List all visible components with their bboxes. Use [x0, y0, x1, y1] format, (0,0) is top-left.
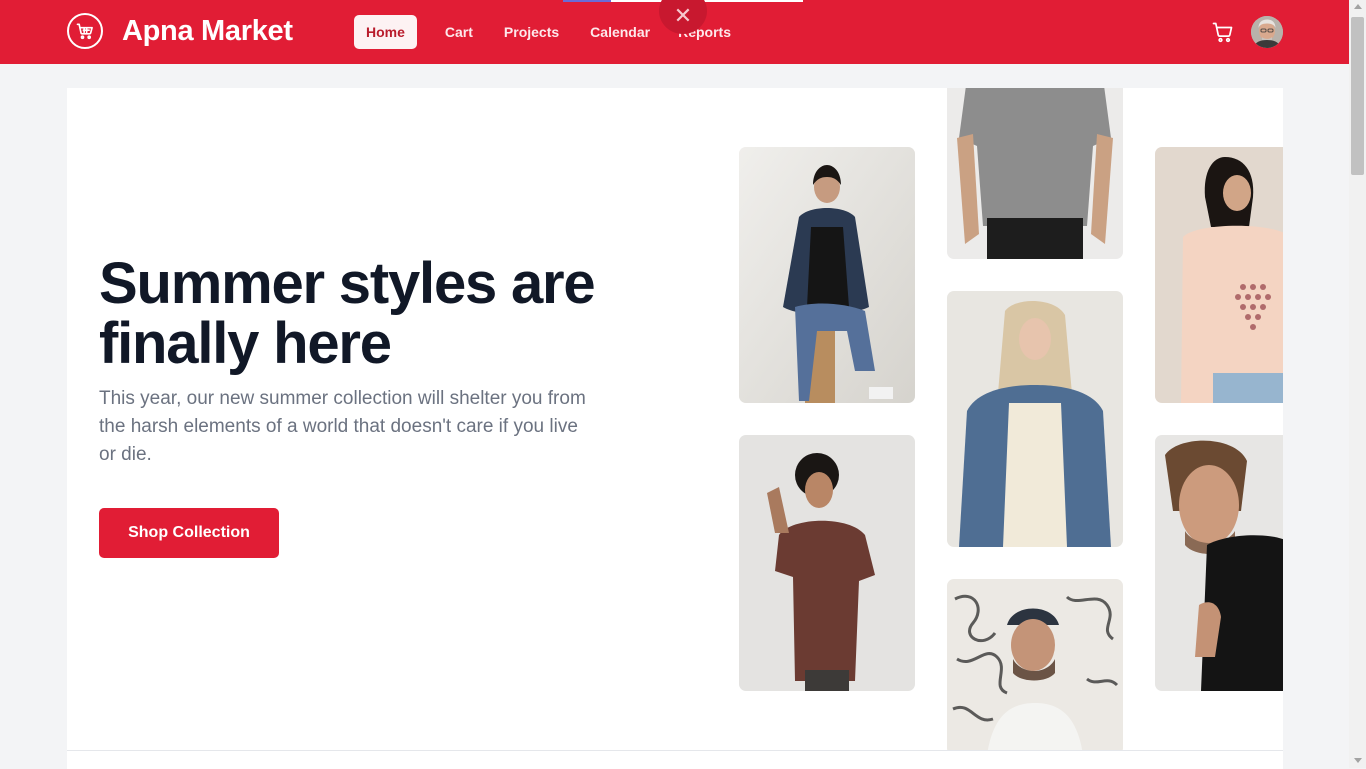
shopping-cart-icon	[67, 13, 103, 49]
scroll-up-arrow-icon[interactable]	[1354, 4, 1362, 9]
scrollbar-thumb[interactable]	[1351, 17, 1364, 175]
woman-pink-tee-photo[interactable]	[1155, 147, 1283, 403]
brand-name: Apna Market	[122, 14, 293, 47]
nav-item-calendar[interactable]: Calendar	[578, 15, 662, 49]
shop-collection-button[interactable]: Shop Collection	[99, 508, 279, 558]
grey-tee-torso-photo[interactable]	[947, 88, 1123, 259]
close-glyph: ✕	[673, 3, 693, 28]
nav-item-cart[interactable]: Cart	[433, 15, 485, 49]
brand[interactable]: Apna Market	[67, 13, 293, 49]
nav-item-projects[interactable]: Projects	[492, 15, 571, 49]
man-curly-hair-brown-tee-photo[interactable]	[739, 435, 915, 691]
panel-bottom-strip	[67, 750, 1283, 769]
overlay-top-line-accent	[563, 0, 611, 2]
nav-item-home[interactable]: Home	[354, 15, 417, 49]
hero-title: Summer styles are finally here	[99, 251, 596, 376]
user-avatar[interactable]	[1251, 16, 1283, 48]
blonde-woman-denim-jacket-photo[interactable]	[947, 291, 1123, 547]
cart-icon[interactable]	[1211, 20, 1235, 44]
scroll-down-arrow-icon[interactable]	[1354, 758, 1362, 763]
woman-denim-jacket-photo[interactable]	[739, 147, 915, 403]
hero-description: This year, our new summer collection wil…	[99, 388, 586, 465]
man-beanie-glasses-photo[interactable]	[947, 579, 1123, 750]
hero-panel: Summer styles are finally here This year…	[67, 88, 1283, 750]
man-black-tee-photo[interactable]	[1155, 435, 1283, 691]
